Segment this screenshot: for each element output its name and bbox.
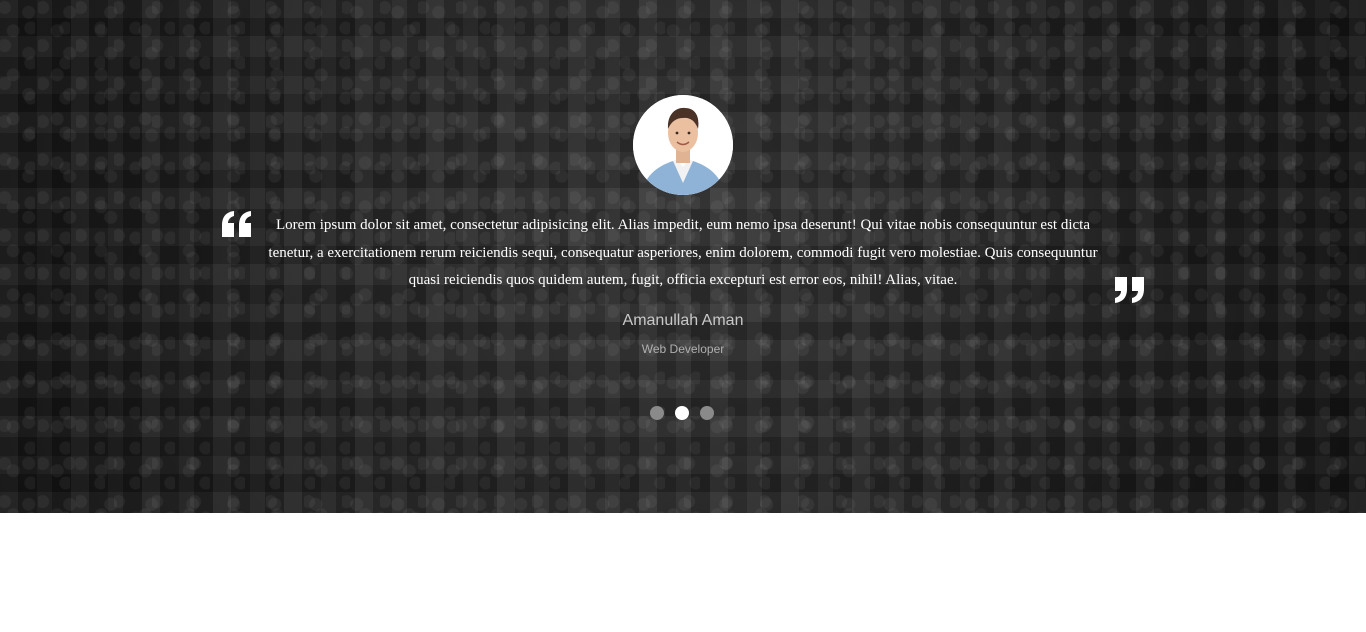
- person-role: Web Developer: [641, 342, 725, 356]
- pagination-dot-1[interactable]: [650, 406, 664, 420]
- testimonial-quote: Lorem ipsum dolor sit amet, consectetur …: [268, 217, 1098, 288]
- avatar: [633, 95, 733, 195]
- testimonial-section: Lorem ipsum dolor sit amet, consectetur …: [0, 0, 1366, 513]
- quote-open-icon: [222, 211, 251, 237]
- quote-close-icon: [1115, 277, 1144, 303]
- pagination-dot-3[interactable]: [700, 406, 714, 420]
- pagination-dot-2[interactable]: [675, 406, 689, 420]
- carousel-pagination: [650, 406, 714, 420]
- person-photo: [633, 95, 733, 195]
- person-name: Amanullah Aman: [622, 312, 744, 329]
